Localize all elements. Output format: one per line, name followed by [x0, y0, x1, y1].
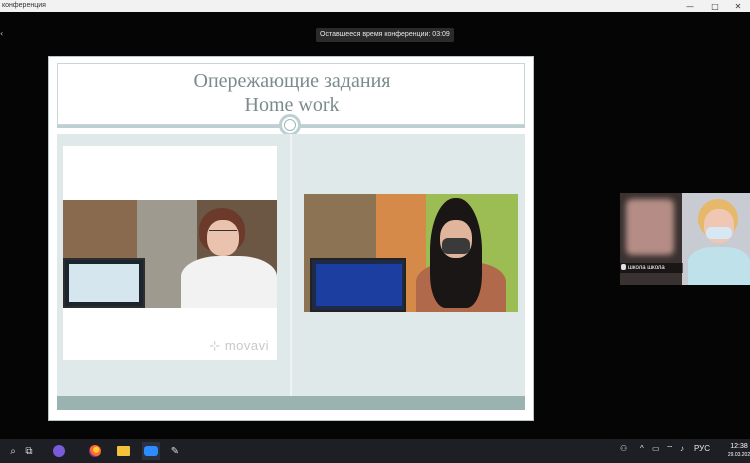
slide-bottom-band: [57, 396, 525, 410]
language-indicator[interactable]: РУС: [694, 444, 710, 453]
shared-screen-slide: Опережающие задания Home work ⊹ movavi: [48, 56, 534, 421]
participant-video-tile-teacher[interactable]: [682, 193, 750, 285]
battery-icon[interactable]: ▭: [652, 444, 660, 453]
taskbar-clock[interactable]: 12:38 29.03.202: [726, 442, 750, 459]
movavi-watermark: ⊹ movavi: [209, 338, 269, 353]
slide-ornament-circle: [279, 114, 301, 136]
people-icon[interactable]: ⚇: [620, 444, 627, 453]
window-titlebar: конференция — □ ✕: [0, 0, 750, 12]
student-image: [171, 208, 277, 308]
view-toggle-icon[interactable]: ‹: [0, 29, 3, 38]
slide-video-left: ⊹ movavi: [63, 146, 277, 360]
slide-video-right: [304, 194, 518, 312]
slide-center-divider: [290, 134, 292, 396]
window-title: конференция: [2, 2, 46, 9]
cortana-icon[interactable]: [52, 444, 66, 458]
network-icon[interactable]: ⌔: [666, 444, 674, 454]
laptop-image: [63, 258, 145, 308]
notification-chevron-icon[interactable]: ^: [640, 444, 644, 453]
microphone-icon: [621, 264, 626, 271]
laptop-image: [310, 258, 406, 312]
close-icon[interactable]: ✕: [726, 0, 750, 12]
minimize-icon[interactable]: —: [678, 0, 702, 12]
file-explorer-icon[interactable]: [116, 444, 130, 458]
time-remaining-badge: Оставшееся время конференции: 03:09: [316, 28, 454, 42]
meeting-stage: ‹ Оставшееся время конференции: 03:09 Оп…: [0, 12, 750, 439]
maximize-icon[interactable]: □: [703, 0, 727, 12]
volume-icon[interactable]: ♪: [680, 444, 684, 453]
student-image: [416, 198, 518, 312]
windows-taskbar: ⌕ ⧉ ✎ ⚇ ^ ▭ ⌔ ♪ РУС 12:38 29.03.202: [0, 439, 750, 463]
clock-date: 29.03.202: [727, 452, 750, 458]
search-icon[interactable]: ⌕: [6, 444, 20, 458]
clock-time: 12:38: [730, 443, 748, 450]
video-scene-student-1: [63, 200, 277, 308]
app-icon[interactable]: ✎: [168, 444, 182, 458]
zoom-icon[interactable]: [142, 442, 160, 460]
slide-title-ru: Опережающие задания: [193, 70, 391, 92]
participant-name-label: школа школа: [620, 263, 683, 273]
task-view-icon[interactable]: ⧉: [22, 444, 36, 458]
firefox-icon[interactable]: [88, 444, 102, 458]
